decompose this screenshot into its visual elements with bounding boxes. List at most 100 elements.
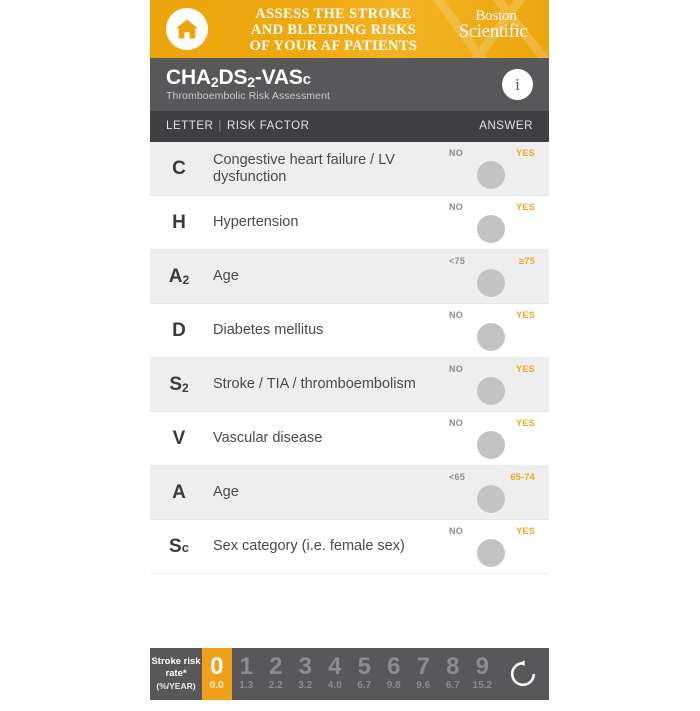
score-rate: 2.2 — [268, 680, 283, 691]
score-value: 4 — [328, 653, 342, 680]
answer-toggle[interactable]: NO YES — [449, 202, 535, 244]
answer-toggle-knob[interactable] — [477, 539, 505, 567]
score-rate: 15.2 — [472, 680, 492, 691]
answer-toggle[interactable]: NO YES — [449, 364, 535, 406]
banner-title: ASSESS THE STROKE AND BLEEDING RISKS OF … — [224, 6, 443, 54]
risk-letter-base: C — [172, 157, 186, 179]
risk-factor-label: Vascular disease — [213, 430, 323, 446]
top-banner: ASSESS THE STROKE AND BLEEDING RISKS OF … — [150, 0, 549, 58]
title-subscript-1: 2 — [210, 74, 219, 90]
score-cell: 6 9.8 — [379, 648, 409, 700]
answer-toggle[interactable]: NO YES — [449, 418, 535, 460]
score-rate: 0.0 — [209, 680, 224, 691]
answer-toggle-knob[interactable] — [477, 431, 505, 459]
app-frame: ASSESS THE STROKE AND BLEEDING RISKS OF … — [150, 0, 549, 711]
answer-option-yes[interactable]: YES — [516, 526, 535, 536]
risk-letter: A2 — [150, 250, 208, 303]
title-suffix: -VAS — [254, 66, 303, 89]
answer-toggle-knob[interactable] — [477, 161, 505, 189]
risk-letter: Sc — [150, 520, 208, 573]
answer-toggle[interactable]: <65 65-74 — [449, 472, 535, 514]
answer-option-no[interactable]: NO — [449, 148, 463, 158]
answer-option-yes[interactable]: YES — [516, 310, 535, 320]
risk-letter: V — [150, 412, 208, 465]
title-prefix: CHA — [166, 66, 211, 89]
score-value: 1 — [239, 653, 253, 680]
risk-letter-base: S — [169, 535, 182, 557]
risk-factor-label: Hypertension — [213, 214, 299, 230]
title-bar: CHA2DS2-VASc Thromboembolic Risk Assessm… — [150, 58, 549, 111]
risk-factor-label: Congestive heart failure / LV dysfunctio… — [213, 151, 395, 185]
answer-option-no[interactable]: NO — [449, 526, 463, 536]
answer-toggle[interactable]: NO YES — [449, 310, 535, 352]
home-icon — [176, 19, 198, 39]
risk-letter: A — [150, 466, 208, 519]
score-rate: 9.8 — [386, 680, 401, 691]
answer-toggle-labels: <75 ≥75 — [449, 256, 535, 268]
score-label-line-1: Stroke risk — [151, 656, 201, 667]
column-header: LETTER | RISK FACTOR ANSWER — [150, 111, 549, 142]
answer-toggle-labels: <65 65-74 — [449, 472, 535, 484]
home-button[interactable] — [166, 8, 208, 50]
risk-letter-base: A — [168, 265, 183, 287]
risk-factor-row[interactable]: A Age <65 65-74 — [150, 466, 549, 520]
risk-factor-label: Diabetes mellitus — [213, 322, 324, 338]
column-header-letter: LETTER — [166, 120, 214, 132]
risk-letter-subscript: 2 — [182, 380, 189, 395]
reset-button[interactable] — [497, 648, 549, 700]
banner-title-line-3: OF YOUR AF PATIENTS — [249, 38, 418, 54]
score-cell: 3 3.2 — [291, 648, 321, 700]
answer-toggle[interactable]: NO YES — [449, 148, 535, 190]
risk-factor-row[interactable]: Sc Sex category (i.e. female sex) NO YES — [150, 520, 549, 574]
risk-letter-subscript: c — [181, 540, 189, 555]
answer-option-no[interactable]: NO — [449, 418, 463, 428]
score-rate: 9.6 — [416, 680, 431, 691]
answer-option-no[interactable]: NO — [449, 202, 463, 212]
risk-factor-row[interactable]: V Vascular disease NO YES — [150, 412, 549, 466]
risk-factor-row[interactable]: A 2 Age <75 ≥75 — [150, 250, 549, 304]
score-label-line-3: (%/YEAR) — [156, 681, 196, 691]
risk-letter-base: A — [172, 481, 186, 503]
answer-option-yes[interactable]: ≥75 — [519, 256, 535, 266]
risk-factor-row[interactable]: D Diabetes mellitus NO YES — [150, 304, 549, 358]
answer-option-yes[interactable]: 65-74 — [510, 472, 535, 482]
risk-factor-row[interactable]: H Hypertension NO YES — [150, 196, 549, 250]
answer-option-yes[interactable]: YES — [516, 148, 535, 158]
answer-toggle[interactable]: <75 ≥75 — [449, 256, 535, 298]
answer-toggle-knob[interactable] — [477, 323, 505, 351]
column-header-answer: ANSWER — [479, 120, 533, 132]
answer-option-yes[interactable]: YES — [516, 418, 535, 428]
answer-option-yes[interactable]: YES — [516, 364, 535, 374]
risk-factor-label: Age — [213, 484, 239, 500]
answer-option-yes[interactable]: YES — [516, 202, 535, 212]
risk-letter-base: D — [172, 319, 186, 341]
score-cell: 9 15.2 — [468, 648, 498, 700]
answer-option-no[interactable]: NO — [449, 364, 463, 374]
answer-toggle-labels: NO YES — [449, 364, 535, 376]
score-cell: 8 6.7 — [438, 648, 468, 700]
answer-toggle-knob[interactable] — [477, 215, 505, 243]
answer-toggle-knob[interactable] — [477, 485, 505, 513]
page-title: CHA2DS2-VASc — [166, 67, 311, 91]
score-cell: 7 9.6 — [409, 648, 439, 700]
score-value: 3 — [298, 653, 312, 680]
answer-toggle-knob[interactable] — [477, 377, 505, 405]
answer-option-no[interactable]: NO — [449, 310, 463, 320]
answer-toggle-knob[interactable] — [477, 269, 505, 297]
risk-factor-list: C Congestive heart failure / LV dysfuncti… — [150, 142, 549, 574]
score-value: 5 — [357, 653, 371, 680]
answer-toggle-labels: NO YES — [449, 202, 535, 214]
answer-toggle[interactable]: NO YES — [449, 526, 535, 568]
boston-scientific-logo: Boston Scientific — [445, 9, 541, 42]
risk-factor-row[interactable]: S 2 Stroke / TIA / thromboembolism NO YES — [150, 358, 549, 412]
banner-title-line-2: AND BLEEDING RISKS — [250, 22, 417, 38]
logo-line-scientific: Scientific — [458, 21, 528, 42]
risk-factor-label: Age — [213, 268, 239, 284]
answer-option-no[interactable]: <65 — [449, 472, 465, 482]
score-cell: 0 0.0 — [202, 648, 232, 700]
column-header-risk-factor: RISK FACTOR — [226, 120, 310, 132]
answer-option-no[interactable]: <75 — [449, 256, 465, 266]
column-header-left: LETTER | RISK FACTOR — [166, 120, 309, 132]
info-button[interactable]: i — [502, 69, 533, 100]
risk-factor-row[interactable]: C Congestive heart failure / LV dysfuncti… — [150, 142, 549, 196]
